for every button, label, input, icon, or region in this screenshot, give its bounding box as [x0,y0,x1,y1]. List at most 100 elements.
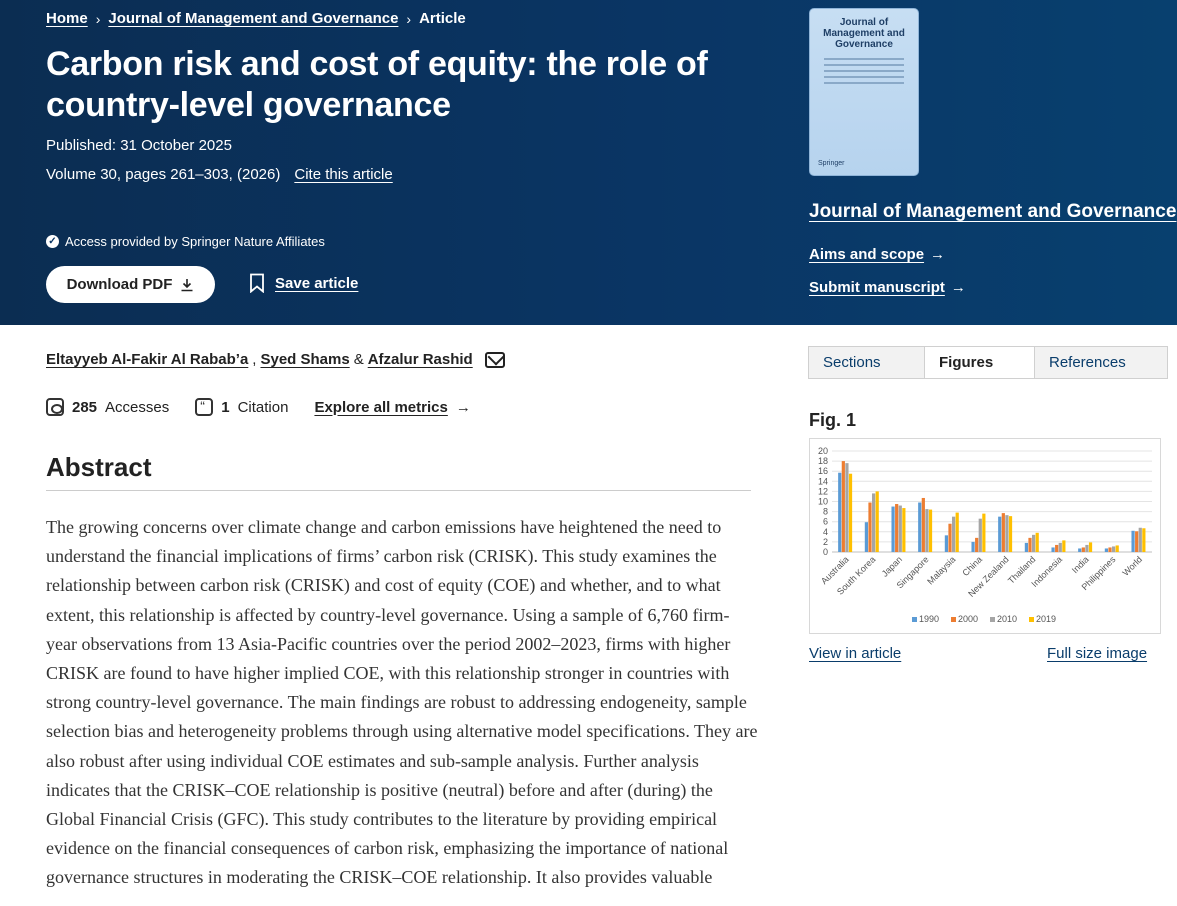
legend-swatch [951,617,956,622]
download-pdf-button[interactable]: Download PDF [46,266,215,303]
bar [1138,527,1142,552]
bar [978,518,982,552]
x-tick-label: China [960,554,984,578]
explore-metrics-link[interactable]: Explore all metrics [314,399,447,416]
chevron-right-icon: › [95,10,101,27]
bar [1115,545,1119,552]
tab-references[interactable]: References [1035,347,1167,378]
bar [1112,546,1116,552]
author-link[interactable]: Eltayyeb Al-Fakir Al Rabab’a [46,351,248,368]
bar [838,472,842,552]
bar [1008,516,1013,552]
bar [902,508,906,552]
bar [872,493,876,552]
author-link[interactable]: Afzalur Rashid [368,351,473,368]
bookmark-icon [250,273,264,293]
submit-manuscript-link[interactable]: Submit manuscript → [809,279,966,296]
download-pdf-label: Download PDF [66,276,173,293]
legend-swatch [1029,617,1034,622]
bar [891,506,895,552]
bar [1035,532,1039,552]
author-separator: & [353,351,364,368]
breadcrumb-journal-link[interactable]: Journal of Management and Governance [108,10,398,27]
bar [982,513,986,552]
tab-figures[interactable]: Figures [925,347,1035,378]
cover-title: Journal of Management and Governance [823,17,905,50]
volume-text: Volume 30, pages 261–303, (2026) [46,166,281,183]
bar [868,502,872,552]
y-tick-label: 8 [823,507,828,517]
cite-article-link[interactable]: Cite this article [294,166,392,183]
bar [1055,544,1059,552]
download-icon [181,278,193,291]
bar [1028,537,1032,552]
author-separator: , [252,351,257,368]
y-tick-label: 16 [818,466,828,476]
bar [948,523,952,552]
save-article-button[interactable]: Save article [249,273,358,293]
figure-thumbnail[interactable]: 0 2 4 6 8 10 12 14 16 18 20 Australia South Korea Jap… [809,438,1161,634]
bar [1104,548,1108,552]
breadcrumb-home-link[interactable]: Home [46,10,88,27]
bar-chart: 02468101214161820AustraliaSouth Korea Jap… [818,446,1152,624]
bar [1081,547,1085,552]
bar [1108,547,1112,552]
bar [1085,544,1089,552]
citations-count: 1 [221,398,230,416]
bar [1135,531,1139,552]
bar [944,535,948,552]
article-title: Carbon risk and cost of equity: the role… [46,45,708,124]
legend-swatch [912,617,917,622]
bar [898,505,902,552]
bar [918,502,922,552]
legend-label: 1990 [919,614,939,624]
submit-manuscript-label: Submit manuscript [809,279,945,296]
journal-name-link[interactable]: Journal of Management and Governance [809,201,1176,223]
divider [46,490,751,491]
sidebar-tabs: Sections Figures References [808,346,1168,379]
y-tick-label: 6 [823,517,828,527]
legend-label: 2019 [1036,614,1056,624]
author-link[interactable]: Syed Shams [260,351,349,368]
y-tick-label: 18 [818,456,828,466]
y-tick-label: 0 [823,547,828,557]
abstract-heading: Abstract [46,452,152,482]
article-metrics: 285 Accesses 1 Citation Explore all metr… [46,398,471,416]
bar [1051,547,1055,552]
check-circle-icon: ✓ [46,235,59,248]
published-date: Published: 31 October 2025 [46,137,232,154]
bar [1142,528,1146,552]
bar [1058,542,1062,552]
bar [895,504,899,552]
breadcrumb: Home › Journal of Management and Governa… [46,10,466,27]
bar [1005,515,1009,552]
bar [952,516,956,552]
bar [848,473,853,552]
arrow-right-icon: → [950,279,966,296]
y-tick-label: 20 [818,446,828,456]
y-tick-label: 12 [818,486,828,496]
x-tick-label: Japan [880,554,904,578]
view-in-article-link[interactable]: View in article [809,645,901,662]
chevron-right-icon: › [406,10,412,27]
arrow-right-icon: → [930,246,946,263]
figure-title: Fig. 1 [809,410,857,430]
accesses-icon [46,398,64,416]
save-article-label: Save article [275,274,359,292]
bar [928,509,933,552]
y-tick-label: 10 [818,497,828,507]
aims-scope-link[interactable]: Aims and scope → [809,246,945,263]
bar [1032,534,1036,552]
bar [1001,513,1005,552]
x-tick-label: India [1070,554,1091,575]
tab-sections[interactable]: Sections [809,347,925,378]
bar [955,512,959,552]
mail-icon[interactable] [484,351,505,368]
bar [841,461,845,552]
aims-scope-label: Aims and scope [809,246,925,263]
full-size-image-link[interactable]: Full size image [1047,645,1147,662]
cover-publisher: Springer [818,160,845,167]
access-notice: ✓ Access provided by Springer Nature Aff… [46,234,325,249]
journal-cover-image[interactable]: Journal of Management and Governance Spr… [809,8,919,176]
x-tick-label: World [1121,554,1145,578]
